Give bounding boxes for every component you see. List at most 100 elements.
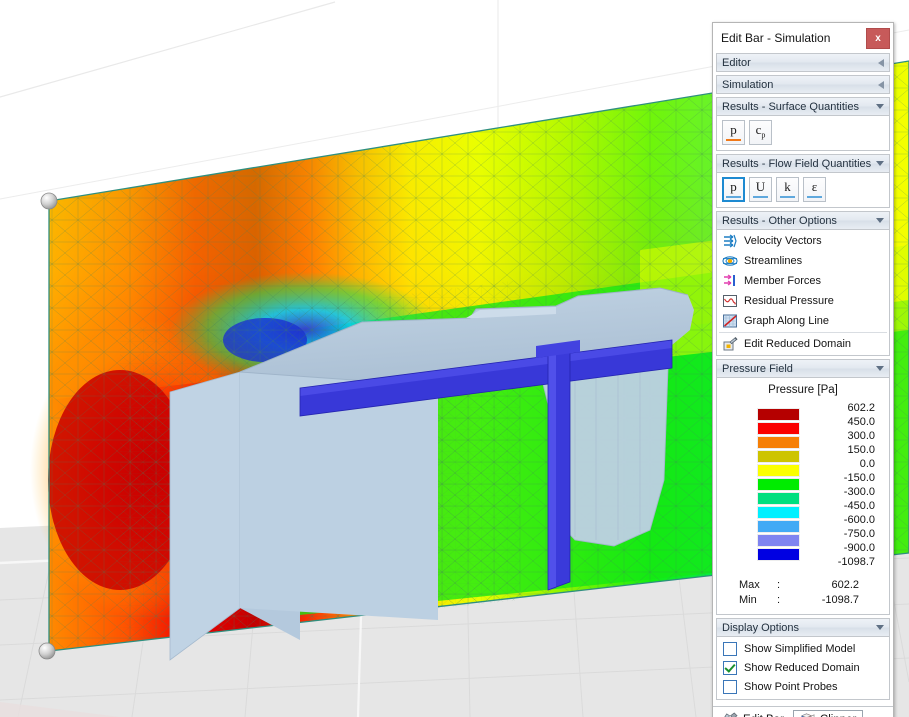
legend-swatch [757,520,800,533]
option-residual-pressure-label: Residual Pressure [744,295,834,307]
checkbox-box[interactable] [723,641,737,656]
flow-epsilon-symbol: ε [811,179,818,194]
chevron-left-icon [878,58,885,67]
section-editor-label: Editor [722,56,751,69]
panel-titlebar: Edit Bar - Simulation x [713,23,893,53]
flow-epsilon-underbar [807,196,822,198]
surface-quantity-button-cp[interactable]: cp [749,120,772,145]
chevron-down-icon [876,104,884,109]
pressure-legend: Pressure [Pa] 602.2 450.0 300.0 150.0 0.… [717,378,889,614]
application-window: Edit Bar - Simulation x Editor Simulatio… [0,0,909,717]
flow-k-underbar [780,196,795,198]
section-simulation: Simulation [716,75,890,94]
checkbox-show-simplified-model[interactable]: Show Simplified Model [717,639,889,658]
tab-clipper[interactable]: Clipper [792,710,864,717]
option-streamlines[interactable]: Streamlines [717,251,889,271]
legend-swatch [757,478,800,491]
option-edit-reduced-domain[interactable]: Edit Reduced Domain [717,334,889,354]
residual-pressure-icon [722,293,738,309]
flow-quantity-button-p[interactable]: p [722,177,745,202]
section-other-options: Results - Other Options Velocity Vectors [716,211,890,356]
option-graph-along-line-label: Graph Along Line [744,315,830,327]
flow-p-underbar [726,196,741,198]
section-surface-quantities-label: Results - Surface Quantities [722,100,859,113]
checkbox-show-point-probes[interactable]: Show Point Probes [717,677,889,696]
edit-bar-panel: Edit Bar - Simulation x Editor Simulatio… [712,22,894,717]
legend-title: Pressure [Pa] [768,384,838,396]
option-streamlines-label: Streamlines [744,255,803,267]
option-residual-pressure[interactable]: Residual Pressure [717,291,889,311]
legend-max-label: Max [739,579,760,591]
section-surface-quantities-header[interactable]: Results - Surface Quantities [717,98,889,116]
member-forces-icon [722,273,738,289]
streamlines-icon [722,253,738,269]
legend-min-label: Min [739,594,757,606]
chevron-down-icon [876,161,884,166]
legend-minmax: Max : 602.2 Min : -1098.7 [723,578,883,608]
section-pressure-field-header[interactable]: Pressure Field [717,360,889,378]
legend-grid: 602.2 450.0 300.0 150.0 0.0 -150.0 -300.… [723,401,883,569]
section-flow-field-quantities-header[interactable]: Results - Flow Field Quantities [717,155,889,173]
panel-tab-bar: Edit Bar Clipper [713,706,893,717]
chevron-down-icon [876,366,884,371]
section-flow-field-quantities-label: Results - Flow Field Quantities [722,157,872,170]
chevron-down-icon [876,625,884,630]
section-editor: Editor [716,53,890,72]
option-graph-along-line[interactable]: Graph Along Line [717,311,889,331]
chevron-left-icon [878,80,885,89]
legend-max-value: 602.2 [831,579,859,591]
section-other-options-header[interactable]: Results - Other Options [717,212,889,230]
chevron-down-icon [876,218,884,223]
legend-swatch [757,422,800,435]
legend-swatch [757,436,800,449]
option-velocity-vectors-label: Velocity Vectors [744,235,822,247]
section-display-options-label: Display Options [722,621,800,634]
flow-field-button-row: p U k ε [717,173,889,207]
graph-along-line-icon [722,313,738,329]
clip-handle-bottom-left[interactable] [38,642,56,660]
option-velocity-vectors[interactable]: Velocity Vectors [717,231,889,251]
legend-swatch [757,450,800,463]
flow-p-symbol: p [730,179,737,194]
legend-max-row: Max : 602.2 [739,578,883,593]
option-edit-reduced-domain-label: Edit Reduced Domain [744,338,852,350]
legend-min-row: Min : -1098.7 [739,593,883,608]
surface-cp-subscript: p [761,130,766,140]
flow-quantity-button-k[interactable]: k [776,177,799,202]
surface-p-underbar [726,139,741,141]
options-separator [719,332,887,333]
checkbox-show-simplified-model-label: Show Simplified Model [744,642,856,655]
section-pressure-field: Pressure Field Pressure [Pa] 602.2 450.0… [716,359,890,615]
clip-handle-top-left[interactable] [40,192,58,210]
tab-edit-bar[interactable]: Edit Bar [716,710,791,717]
section-simulation-label: Simulation [722,78,774,91]
checkbox-show-reduced-domain[interactable]: Show Reduced Domain [717,658,889,677]
legend-swatch [757,534,800,547]
legend-max-separator: : [777,579,781,591]
legend-swatch [757,548,800,561]
checkbox-show-reduced-domain-label: Show Reduced Domain [744,661,860,674]
legend-swatch-column [757,408,800,562]
section-simulation-header[interactable]: Simulation [717,76,889,93]
display-options-list: Show Simplified Model Show Reduced Domai… [717,637,889,699]
close-button[interactable]: x [866,27,890,49]
option-member-forces[interactable]: Member Forces [717,271,889,291]
other-options-list: Velocity Vectors Streamlines Member Forc… [717,230,889,355]
checkbox-box[interactable] [723,679,737,694]
checkbox-box-checked[interactable] [723,660,737,675]
legend-min-separator: : [777,594,781,606]
surface-quantity-button-p[interactable]: p [722,120,745,145]
panel-body: Editor Simulation Results - Surface Quan… [713,53,893,706]
section-flow-field-quantities: Results - Flow Field Quantities p U k ε [716,154,890,208]
section-pressure-field-label: Pressure Field [722,362,793,375]
legend-swatch [757,506,800,519]
option-member-forces-label: Member Forces [744,275,822,287]
legend-swatch [757,464,800,477]
flow-quantity-button-u[interactable]: U [749,177,772,202]
checkbox-show-point-probes-label: Show Point Probes [744,680,838,693]
section-display-options-header[interactable]: Display Options [717,619,889,637]
section-editor-header[interactable]: Editor [717,54,889,71]
flow-quantity-button-epsilon[interactable]: ε [803,177,826,202]
flow-u-symbol: U [755,179,766,194]
panel-title: Edit Bar - Simulation [721,31,831,45]
